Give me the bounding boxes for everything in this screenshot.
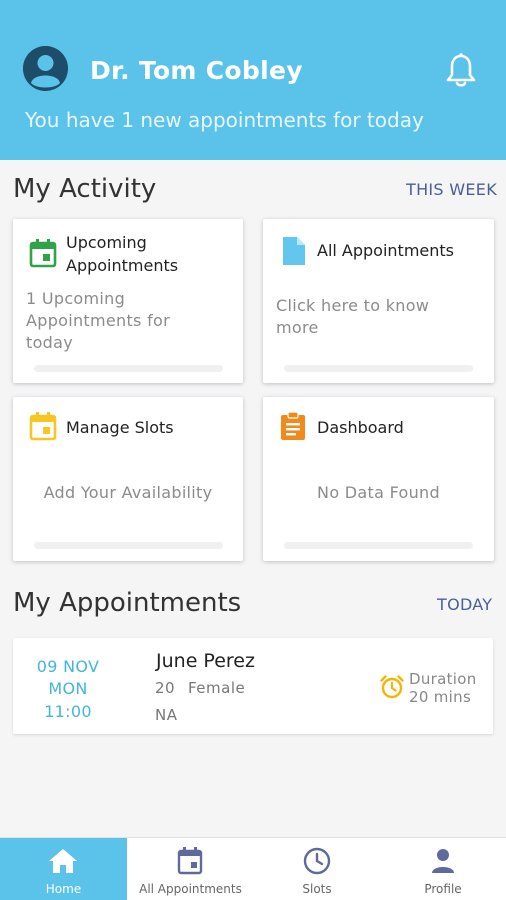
- alarm-clock-icon: [379, 674, 405, 700]
- nav-all-appointments[interactable]: All Appointments: [127, 838, 254, 900]
- card-subtitle: No Data Found: [317, 483, 440, 502]
- person-icon: [426, 846, 460, 876]
- patient-age: 20: [155, 679, 176, 697]
- appointment-date: 09 NOV: [36, 657, 100, 676]
- appointments-period-filter[interactable]: TODAY: [437, 595, 492, 614]
- nav-label: Profile: [424, 882, 462, 896]
- calendar-icon: [29, 238, 57, 268]
- document-icon: [280, 236, 308, 266]
- my-appointments-title: My Appointments: [13, 588, 242, 618]
- card-title: Upcoming Appointments: [66, 233, 179, 275]
- nav-profile[interactable]: Profile: [380, 838, 506, 900]
- nav-home[interactable]: Home: [0, 838, 127, 900]
- appointment-time: 11:00: [44, 702, 92, 721]
- duration-label: Duration: [409, 670, 477, 688]
- card-subtitle: Add Your Availability: [43, 483, 213, 502]
- nav-label: All Appointments: [139, 882, 242, 896]
- duration-value: 20 mins: [409, 688, 472, 706]
- bottom-navigation: Home All Appointments Slots Profile: [0, 837, 506, 900]
- card-progress-bar: [34, 365, 223, 372]
- card-title: Manage Slots: [66, 418, 174, 437]
- appointment-note: NA: [155, 706, 178, 724]
- header: Dr. Tom Cobley You have 1 new appointmen…: [0, 0, 506, 160]
- appointment-day: MON: [48, 679, 88, 698]
- avatar[interactable]: [23, 46, 68, 91]
- patient-gender: Female: [188, 679, 246, 697]
- clipboard-icon: [279, 411, 307, 441]
- appointments-greeting: You have 1 new appointments for today: [25, 108, 424, 132]
- card-progress-bar: [284, 365, 473, 372]
- patient-name: June Perez: [156, 650, 255, 672]
- card-title: All Appointments: [317, 241, 455, 260]
- activity-period-filter[interactable]: THIS WEEK: [406, 180, 497, 199]
- avatar-person-icon: [23, 46, 68, 91]
- all-appointments-card[interactable]: All Appointments Click here to know more: [263, 219, 494, 383]
- card-subtitle: 1 Upcoming Appointments for today: [26, 289, 170, 352]
- home-icon: [46, 846, 80, 876]
- manage-slots-card[interactable]: Manage Slots Add Your Availability: [13, 397, 243, 561]
- appointment-card[interactable]: 09 NOV MON 11:00 June Perez 20 Female NA…: [13, 638, 493, 734]
- nav-slots[interactable]: Slots: [254, 838, 380, 900]
- dashboard-card[interactable]: Dashboard No Data Found: [263, 397, 494, 561]
- nav-label: Home: [45, 882, 82, 896]
- calendar-icon: [29, 411, 57, 441]
- card-subtitle: Click here to know more: [276, 296, 430, 337]
- card-title: Dashboard: [317, 418, 404, 437]
- card-progress-bar: [284, 542, 473, 549]
- card-progress-bar: [34, 542, 223, 549]
- bell-icon[interactable]: [444, 52, 478, 88]
- nav-label: Slots: [302, 882, 332, 896]
- my-activity-title: My Activity: [13, 174, 157, 204]
- doctor-name: Dr. Tom Cobley: [90, 56, 303, 85]
- clock-icon: [300, 846, 334, 876]
- calendar-icon: [173, 846, 207, 876]
- upcoming-appointments-card[interactable]: Upcoming Appointments 1 Upcoming Appoint…: [13, 219, 243, 383]
